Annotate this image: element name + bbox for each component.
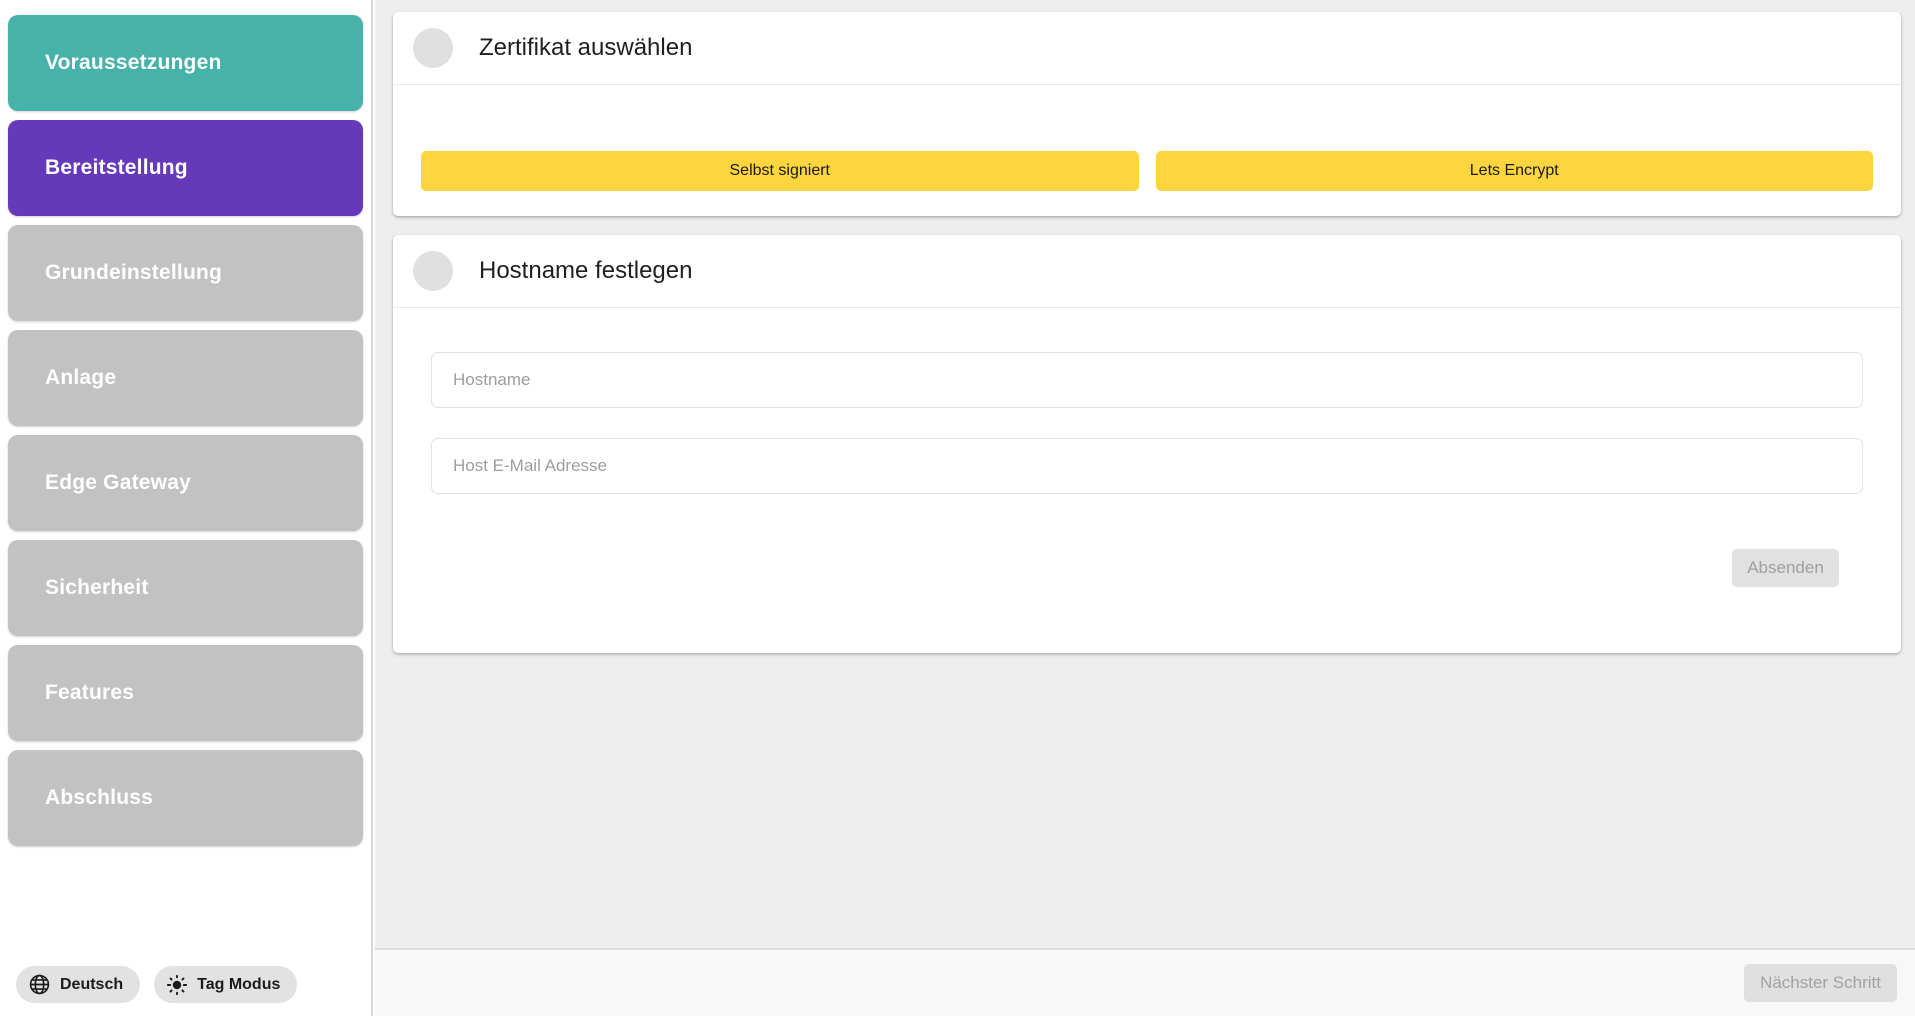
sidebar-item-grundeinstellung[interactable]: Grundeinstellung bbox=[8, 225, 363, 321]
next-step-button[interactable]: Nächster Schritt bbox=[1744, 964, 1897, 1002]
sidebar-item-label: Anlage bbox=[45, 366, 116, 390]
sidebar-item-label: Features bbox=[45, 681, 134, 705]
hostname-card: Hostname festlegen Absenden bbox=[393, 235, 1901, 653]
sidebar-item-voraussetzungen[interactable]: Voraussetzungen bbox=[8, 15, 363, 111]
certificate-section-title: Zertifikat auswählen bbox=[479, 34, 692, 62]
sidebar-item-features[interactable]: Features bbox=[8, 645, 363, 741]
sidebar-item-abschluss[interactable]: Abschluss bbox=[8, 750, 363, 846]
sidebar-item-bereitstellung[interactable]: Bereitstellung bbox=[8, 120, 363, 216]
submit-row: Absenden bbox=[393, 494, 1901, 653]
sidebar-item-label: Abschluss bbox=[45, 786, 153, 810]
sidebar-item-edge-gateway[interactable]: Edge Gateway bbox=[8, 435, 363, 531]
sidebar-item-label: Grundeinstellung bbox=[45, 261, 222, 285]
submit-button[interactable]: Absenden bbox=[1732, 549, 1839, 587]
theme-toggle-button[interactable]: Tag Modus bbox=[154, 966, 297, 1003]
sidebar-steps: Voraussetzungen Bereitstellung Grundeinste… bbox=[8, 15, 363, 846]
hostname-input[interactable] bbox=[431, 352, 1863, 408]
step-circle bbox=[413, 251, 453, 291]
host-email-input[interactable] bbox=[431, 438, 1863, 494]
hostname-section-title: Hostname festlegen bbox=[479, 257, 692, 285]
language-button[interactable]: Deutsch bbox=[16, 966, 140, 1003]
theme-toggle-label: Tag Modus bbox=[197, 976, 280, 994]
sidebar-item-sicherheit[interactable]: Sicherheit bbox=[8, 540, 363, 636]
step-circle bbox=[413, 28, 453, 68]
hostname-form bbox=[393, 308, 1901, 494]
sun-icon bbox=[166, 974, 188, 996]
language-button-label: Deutsch bbox=[60, 976, 123, 994]
lets-encrypt-button[interactable]: Lets Encrypt bbox=[1156, 151, 1874, 191]
wizard-footer: Nächster Schritt bbox=[375, 948, 1915, 1016]
sidebar-item-label: Bereitstellung bbox=[45, 156, 188, 180]
self-signed-button[interactable]: Selbst signiert bbox=[421, 151, 1139, 191]
sidebar-item-label: Sicherheit bbox=[45, 576, 149, 600]
sidebar-item-label: Edge Gateway bbox=[45, 471, 191, 495]
globe-icon bbox=[28, 973, 51, 996]
certificate-card-header: Zertifikat auswählen bbox=[393, 12, 1901, 85]
sidebar-item-label: Voraussetzungen bbox=[45, 51, 221, 75]
wizard-content: Zertifikat auswählen Selbst signiert Let… bbox=[375, 0, 1915, 653]
sidebar-item-anlage[interactable]: Anlage bbox=[8, 330, 363, 426]
hostname-card-header: Hostname festlegen bbox=[393, 235, 1901, 308]
certificate-card: Zertifikat auswählen Selbst signiert Let… bbox=[393, 12, 1901, 216]
sidebar-footer: Deutsch Tag Mo bbox=[16, 966, 297, 1003]
wizard-sidebar: Voraussetzungen Bereitstellung Grundeinste… bbox=[0, 0, 373, 1016]
main-area: Zertifikat auswählen Selbst signiert Let… bbox=[375, 0, 1915, 1016]
certificate-options: Selbst signiert Lets Encrypt bbox=[393, 85, 1901, 216]
